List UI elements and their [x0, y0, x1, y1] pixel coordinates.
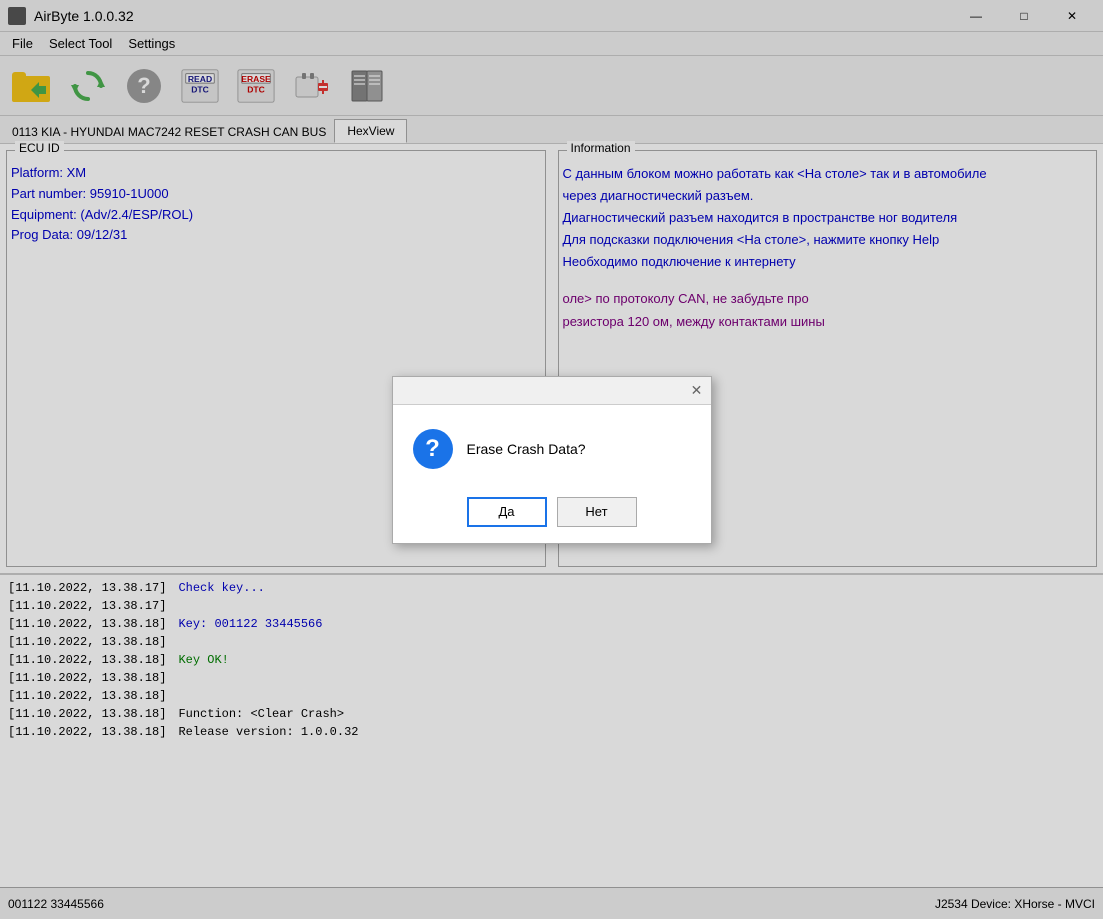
dialog-yes-button[interactable]: Да [467, 497, 547, 527]
dialog-body: ? Erase Crash Data? Да Нет [393, 405, 711, 543]
dialog-box: ✕ ? Erase Crash Data? Да Нет [392, 376, 712, 544]
dialog-no-button[interactable]: Нет [557, 497, 637, 527]
dialog-overlay: ✕ ? Erase Crash Data? Да Нет [0, 0, 1103, 919]
dialog-title-bar: ✕ [393, 377, 711, 405]
dialog-icon-row: ? Erase Crash Data? [413, 429, 691, 469]
dialog-buttons: Да Нет [413, 497, 691, 527]
dialog-message: Erase Crash Data? [467, 441, 586, 457]
question-icon: ? [413, 429, 453, 469]
dialog-close-button[interactable]: ✕ [687, 380, 707, 400]
